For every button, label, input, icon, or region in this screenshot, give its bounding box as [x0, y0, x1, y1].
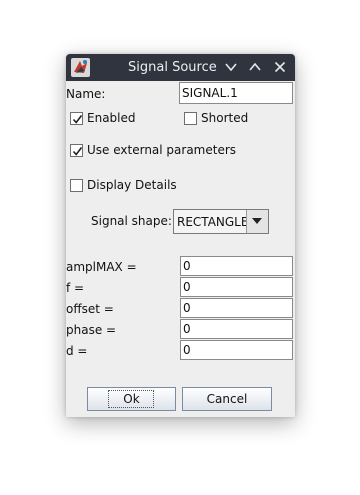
name-label: Name:	[66, 87, 106, 101]
enabled-checkbox[interactable]	[70, 112, 83, 125]
titlebar[interactable]: Signal Source	[66, 54, 295, 81]
param-field[interactable]: 0	[180, 319, 293, 339]
close-icon	[272, 59, 288, 75]
signal-source-dialog: Signal Source Name: SIGNAL.1 Enabled Sho…	[66, 54, 295, 417]
signal-shape-label: Signal shape:	[91, 214, 172, 228]
enabled-label: Enabled	[87, 111, 136, 125]
cancel-button[interactable]: Cancel	[182, 387, 272, 411]
param-label: d =	[66, 344, 88, 358]
close-button[interactable]	[272, 59, 288, 75]
use-external-parameters-checkbox[interactable]	[70, 144, 83, 157]
focus-ring	[108, 390, 154, 408]
app-icon	[70, 57, 91, 78]
dropdown-arrow-button[interactable]	[246, 210, 268, 233]
minimize-button[interactable]	[223, 59, 239, 75]
display-details-label: Display Details	[87, 178, 177, 192]
chevron-up-icon	[247, 59, 263, 75]
param-field[interactable]: 0	[180, 256, 293, 276]
use-external-parameters-label: Use external parameters	[87, 143, 237, 157]
param-label: phase =	[66, 323, 117, 337]
signal-shape-value: RECTANGLE	[177, 215, 249, 229]
name-field[interactable]: SIGNAL.1	[179, 82, 293, 104]
window-title: Signal Source	[128, 60, 217, 75]
maximize-button[interactable]	[247, 59, 263, 75]
param-label: amplMAX =	[66, 260, 137, 274]
shorted-checkbox[interactable]	[184, 112, 197, 125]
param-field[interactable]: 0	[180, 340, 293, 360]
param-label: f =	[66, 281, 85, 295]
shorted-label: Shorted	[201, 111, 249, 125]
param-field[interactable]: 0	[180, 298, 293, 318]
param-field[interactable]: 0	[180, 277, 293, 297]
cancel-button-label: Cancel	[206, 392, 248, 406]
param-label: offset =	[66, 302, 114, 316]
display-details-checkbox[interactable]	[70, 179, 83, 192]
chevron-down-icon	[223, 59, 239, 75]
ok-button[interactable]: Ok	[87, 387, 176, 411]
signal-shape-select[interactable]: RECTANGLE	[173, 209, 269, 234]
